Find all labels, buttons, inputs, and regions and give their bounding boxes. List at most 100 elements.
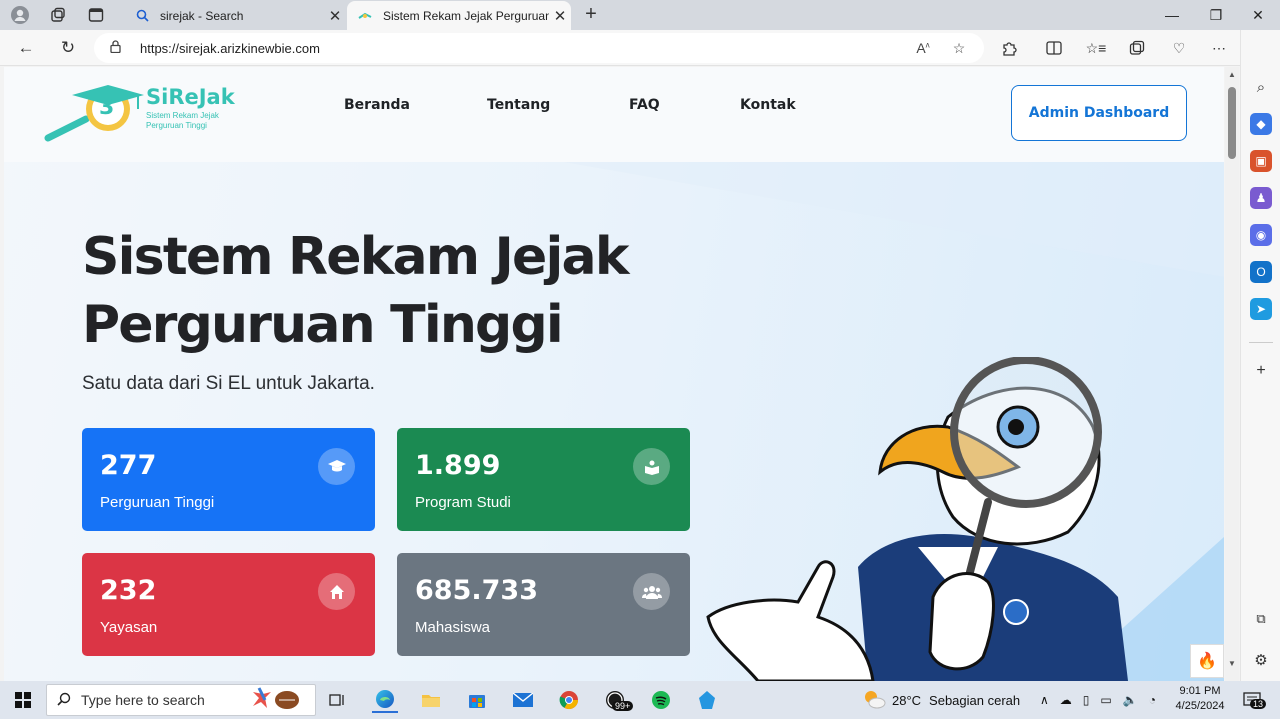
mail-icon[interactable]	[510, 687, 536, 713]
hero-title-line2: Perguruan Tinggi	[82, 295, 564, 355]
users-icon	[633, 573, 670, 610]
weather-sun-cloud-icon	[862, 689, 886, 712]
gear-icon[interactable]: ⚙	[1250, 649, 1272, 671]
stat-value: 1.899	[415, 450, 501, 481]
games-icon[interactable]: ♟	[1250, 187, 1272, 209]
page-viewport: 3 SiReJak Sistem Rekam Jejak Perguruan T…	[4, 67, 1224, 681]
minimize-button[interactable]: —	[1150, 0, 1194, 30]
maximize-button[interactable]: ❐	[1194, 0, 1238, 30]
spotify-icon[interactable]	[648, 687, 674, 713]
wifi-icon[interactable]: ◔	[1149, 693, 1156, 707]
read-aloud-icon[interactable]: Aʌ	[912, 40, 934, 56]
battery-icon[interactable]: ▭	[1100, 693, 1111, 707]
whatsapp-badge: 99+	[612, 701, 634, 711]
tab-title: Sistem Rekam Jejak Perguruan Tinggi	[383, 8, 549, 23]
close-tab-icon[interactable]: ✕	[324, 7, 346, 25]
fire-icon[interactable]: 🔥	[1190, 644, 1224, 678]
browser-essentials-icon[interactable]: ♡	[1168, 38, 1190, 58]
stat-label: Program Studi	[415, 494, 511, 511]
graduation-cap-icon	[318, 448, 355, 485]
sirejak-favicon	[357, 8, 373, 24]
url-text: https://sirejak.arizkinewbie.com	[140, 40, 320, 56]
home-icon	[318, 573, 355, 610]
stat-card-yayasan[interactable]: 232 Yayasan	[82, 553, 375, 656]
weather-widget[interactable]: 28°C Sebagian cerah	[862, 681, 1020, 719]
whatsapp-icon[interactable]: 99+	[602, 687, 634, 713]
tools-icon[interactable]: ▣	[1250, 150, 1272, 172]
close-window-button[interactable]: ✕	[1236, 0, 1280, 30]
sidebar-divider	[1249, 342, 1273, 343]
clock-time: 9:01 PM	[1179, 685, 1221, 697]
scroll-up-icon[interactable]: ▲	[1228, 70, 1236, 79]
profile-icon[interactable]	[10, 5, 30, 25]
book-icon	[633, 448, 670, 485]
outlook-icon[interactable]: O	[1250, 261, 1272, 283]
app-bird-icon[interactable]	[694, 687, 720, 713]
extensions-icon[interactable]	[998, 38, 1020, 58]
system-tray: ∧ ☁ ▯ ▭ 🔈 ◔	[1040, 681, 1156, 719]
lock-icon	[110, 40, 124, 56]
stat-value: 232	[100, 575, 157, 606]
task-view-icon[interactable]	[326, 687, 348, 713]
back-button[interactable]: ←	[14, 36, 38, 60]
microsoft-store-icon[interactable]	[464, 687, 490, 713]
tab-search[interactable]: sirejak - Search ✕	[124, 1, 346, 30]
stat-label: Perguruan Tinggi	[100, 494, 215, 511]
edge-taskbar-icon[interactable]	[372, 687, 398, 713]
scroll-down-icon[interactable]: ▼	[1228, 659, 1236, 668]
edge-sidebar: ⌕ ◆ ▣ ♟ ◉ O ➤ + ⧉ ⚙	[1240, 30, 1280, 681]
split-screen-icon[interactable]	[1043, 38, 1065, 58]
add-icon[interactable]: +	[1250, 360, 1272, 382]
collections-icon[interactable]	[1126, 38, 1148, 58]
search-icon	[57, 692, 71, 709]
tag-icon[interactable]: ◆	[1250, 113, 1272, 135]
device-icon[interactable]: ▯	[1083, 693, 1090, 707]
stat-card-perguruan-tinggi[interactable]: 277 Perguruan Tinggi	[82, 428, 375, 531]
page-scrollbar[interactable]: ▲ ▼	[1225, 67, 1239, 681]
search-icon[interactable]: ⌕	[1250, 76, 1272, 98]
workspaces-icon[interactable]	[48, 5, 68, 25]
scrollbar-thumb[interactable]	[1228, 87, 1236, 159]
favorite-star-icon[interactable]: ☆	[948, 40, 970, 57]
stat-card-program-studi[interactable]: 1.899 Program Studi	[397, 428, 690, 531]
taskbar-clock[interactable]: 9:01 PM 4/25/2024	[1170, 684, 1230, 714]
address-bar: ← ↻ https://sirejak.arizkinewbie.com Aʌ …	[0, 30, 1280, 66]
search-placeholder: Type here to search	[81, 692, 205, 708]
search-highlight-icon	[249, 684, 309, 717]
hero-title-line1: Sistem Rekam Jejak	[82, 227, 629, 287]
weather-temp: 28°C	[892, 692, 922, 708]
hero-title: Sistem Rekam Jejak Perguruan Tinggi	[82, 223, 702, 359]
stat-label: Mahasiswa	[415, 619, 491, 636]
weather-description: Sebagian cerah	[929, 692, 1021, 708]
new-tab-button[interactable]: +	[580, 4, 602, 26]
onedrive-cloud-icon[interactable]: ☁	[1060, 693, 1072, 707]
search-icon	[134, 8, 150, 24]
hero-subtitle: Satu data dari Si EL untuk Jakarta.	[82, 373, 375, 394]
close-tab-icon[interactable]: ✕	[549, 7, 571, 25]
stat-label: Yayasan	[100, 619, 158, 636]
settings-more-icon[interactable]: ⋯	[1208, 38, 1230, 58]
stat-value: 277	[100, 450, 157, 481]
windows-start-icon[interactable]	[10, 687, 36, 713]
stat-card-mahasiswa[interactable]: 685.733 Mahasiswa	[397, 553, 690, 656]
refresh-button[interactable]: ↻	[56, 36, 80, 60]
notification-center-icon[interactable]: 13	[1240, 687, 1267, 713]
eagle-mascot-illustration	[706, 357, 1128, 681]
screenshot-icon[interactable]: ⧉	[1250, 608, 1272, 630]
windows-taskbar: Type here to search 99+ 28°C Sebagian ce…	[0, 681, 1280, 719]
stat-value: 685.733	[415, 575, 538, 606]
clock-date: 4/25/2024	[1175, 700, 1225, 712]
chevron-up-icon[interactable]: ∧	[1040, 693, 1049, 707]
file-explorer-icon[interactable]	[418, 687, 444, 713]
send-icon[interactable]: ➤	[1250, 298, 1272, 320]
favorites-icon[interactable]: ☆≡	[1085, 38, 1107, 58]
tab-sirejak[interactable]: Sistem Rekam Jejak Perguruan Tinggi ✕	[347, 1, 571, 30]
copilot-sidebar-icon[interactable]: ◉	[1250, 224, 1272, 246]
notification-count: 13	[1250, 699, 1267, 709]
taskbar-search-box[interactable]: Type here to search	[46, 684, 316, 716]
volume-icon[interactable]: 🔈	[1123, 693, 1138, 707]
tab-actions-icon[interactable]	[86, 5, 106, 25]
url-field[interactable]: https://sirejak.arizkinewbie.com Aʌ ☆	[94, 33, 984, 63]
browser-title-bar: sirejak - Search ✕ Sistem Rekam Jejak Pe…	[0, 0, 1280, 30]
chrome-icon[interactable]	[556, 687, 582, 713]
